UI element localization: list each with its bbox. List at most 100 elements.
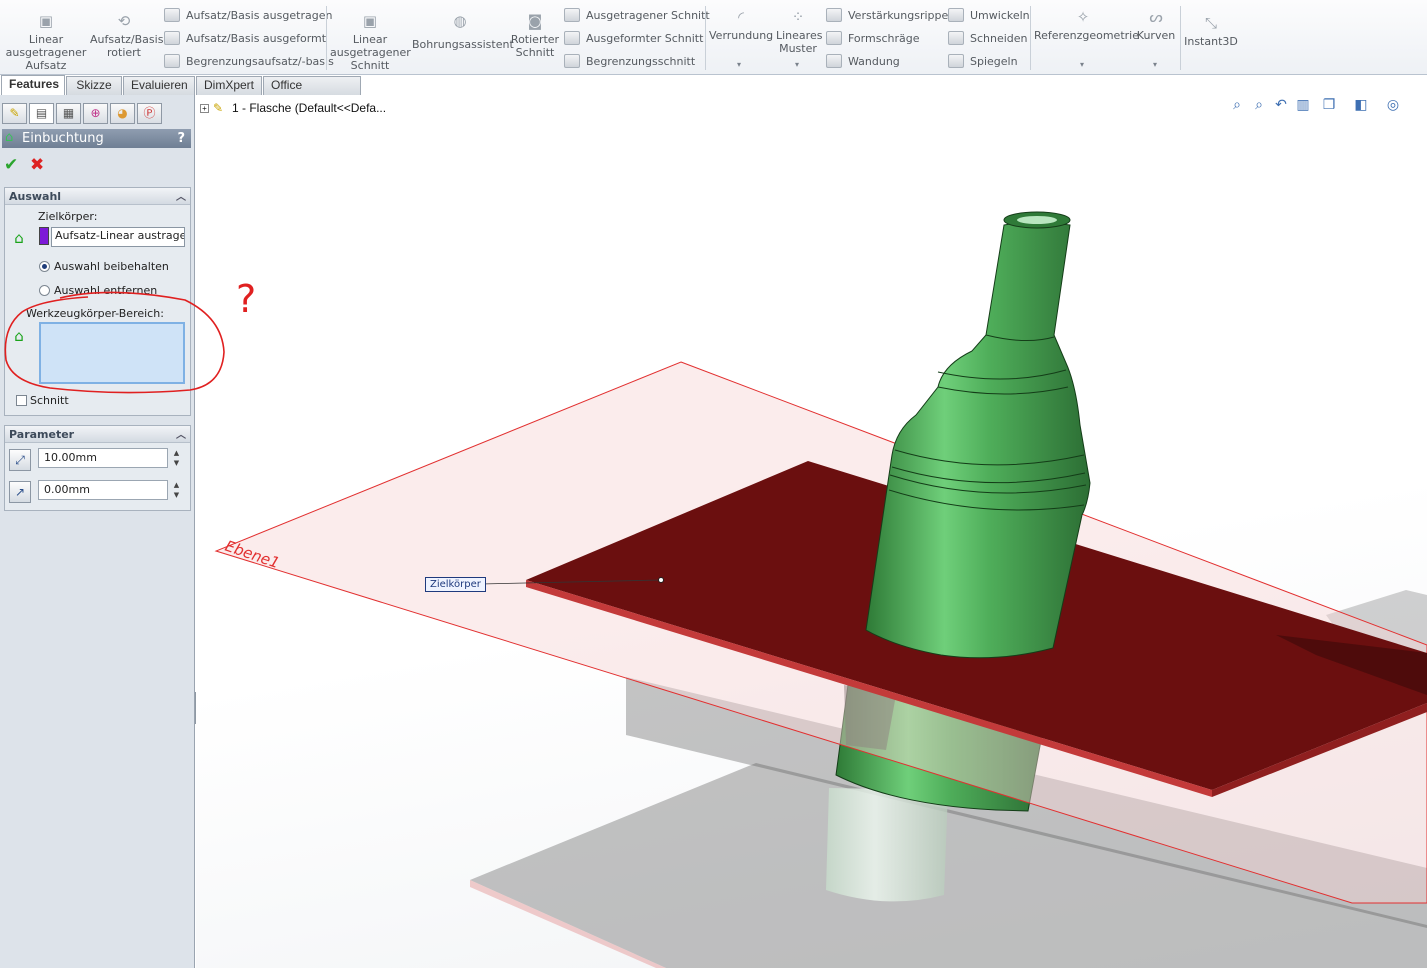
collapse-chevron-icon[interactable]: ︿ xyxy=(176,427,186,444)
display-manager-tab-icon[interactable]: ◕ xyxy=(110,103,135,124)
intersect-button[interactable]: Schneiden xyxy=(948,30,1028,48)
curves-dropdown-icon[interactable]: ▾ xyxy=(1153,60,1157,69)
feature-tree-root[interactable]: + ✎ 1 - Flasche (Default<<Defa... xyxy=(200,101,386,115)
rib-label: Verstärkungsrippe xyxy=(848,9,949,22)
part-icon: ✎ xyxy=(213,101,224,115)
boundary-cut-button[interactable]: Begrenzungsschnitt xyxy=(564,53,695,71)
thickness-stepper[interactable]: ▲ ▼ xyxy=(171,448,182,468)
clearance-field[interactable]: 0.00mm xyxy=(38,480,168,500)
display-style-icon[interactable]: ◧ xyxy=(1351,95,1371,115)
clearance-stepper[interactable]: ▲ ▼ xyxy=(171,480,182,500)
property-manager-panel: ✎ ▤ ▦ ⊕ ◕ Ⓟ ⌂ Einbuchtung ? ✔ ✖ Auswahl … xyxy=(0,95,195,968)
expand-toggle-icon[interactable]: + xyxy=(200,104,209,113)
mirror-button[interactable]: Spiegeln xyxy=(948,53,1018,71)
pattern-dropdown-icon[interactable]: ▾ xyxy=(795,60,799,69)
cut-label[interactable]: Schnitt xyxy=(30,394,69,407)
tool-body-region-listbox[interactable] xyxy=(39,322,185,384)
collapse-chevron-icon[interactable]: ︿ xyxy=(176,189,186,206)
fillet-icon: ◜ xyxy=(738,8,744,26)
tab-evaluate[interactable]: Evaluieren xyxy=(123,76,195,95)
hole-wizard-button[interactable]: ◍ Bohrungsassistent xyxy=(412,12,514,51)
part-name: 1 - Flasche (Default<<Defa... xyxy=(232,101,387,115)
hide-show-items-icon[interactable]: ◎ xyxy=(1383,95,1403,115)
fillet-button[interactable]: ◜ Verrundung xyxy=(709,8,773,42)
revolve-cut-button[interactable]: ◙ Rotierter Schnitt xyxy=(510,12,560,59)
wrap-button[interactable]: Umwickeln xyxy=(948,7,1030,25)
keep-selection-radio[interactable] xyxy=(39,261,50,272)
cut-checkbox[interactable] xyxy=(16,395,27,406)
loft-icon xyxy=(164,31,180,45)
intersect-label: Schneiden xyxy=(970,32,1028,45)
parameter-group-header[interactable]: Parameter ︿ xyxy=(5,426,190,443)
bottle-reflection xyxy=(826,788,948,902)
graphics-viewport[interactable]: Ebene1 + ✎ 1 - Flasche (Default<<Defa... ⌕… xyxy=(196,95,1427,968)
tab-office-products[interactable]: Office Produkte xyxy=(263,76,361,109)
keep-selection-label[interactable]: Auswahl beibehalten xyxy=(54,260,169,273)
swept-cut-button[interactable]: Ausgetragener Schnitt xyxy=(564,7,710,25)
thickness-icon[interactable]: ⤢ xyxy=(9,449,31,471)
thickness-field[interactable]: 10.00mm xyxy=(38,448,168,468)
linear-boss-button[interactable]: ▣ Linear ausgetragener Aufsatz xyxy=(4,12,88,72)
3d-scene: Ebene1 xyxy=(214,211,1427,968)
clearance-icon[interactable]: ↗ xyxy=(9,481,31,503)
property-manager-tab-icon[interactable]: ▤ xyxy=(29,103,54,124)
instant3d-button[interactable]: ⤡ Instant3D xyxy=(1184,14,1238,48)
wrap-label: Umwickeln xyxy=(970,9,1030,22)
target-body-field[interactable]: Aufsatz-Linear austragen1 xyxy=(51,227,185,247)
property-manager-header: ⌂ Einbuchtung ? xyxy=(2,129,191,148)
feature-tree-tab-icon[interactable]: ✎ xyxy=(2,103,27,124)
section-view-icon[interactable]: ▥ xyxy=(1293,95,1313,115)
loft-boss-button[interactable]: Aufsatz/Basis ausgeformt xyxy=(164,30,326,48)
sweep-icon xyxy=(164,8,180,22)
swept-boss-button[interactable]: Aufsatz/Basis ausgetragen xyxy=(164,7,332,25)
remove-selection-label[interactable]: Auswahl entfernen xyxy=(54,284,157,297)
ok-checkmark-icon[interactable]: ✔ xyxy=(4,155,18,175)
revolve-cut-label: Rotierter Schnitt xyxy=(510,33,560,59)
linear-pattern-button[interactable]: ⁘ Lineares Muster xyxy=(776,8,823,55)
reference-geometry-dropdown-icon[interactable]: ▾ xyxy=(1080,60,1084,69)
linear-cut-label: Linear ausgetragener Schnitt xyxy=(330,33,411,72)
zoom-to-area-icon[interactable]: ⌕ xyxy=(1249,95,1269,115)
photoview-tab-icon[interactable]: Ⓟ xyxy=(137,103,162,124)
swept-cut-icon xyxy=(564,8,580,22)
page-title: Einbuchtung xyxy=(22,131,104,146)
linear-boss-label: Linear ausgetragener Aufsatz xyxy=(5,33,87,72)
features-ribbon: ▣ Linear ausgetragener Aufsatz ⟲ Aufsatz… xyxy=(0,0,1427,75)
target-body-callout[interactable]: Zielkörper xyxy=(425,577,486,592)
previous-view-icon[interactable]: ↶ xyxy=(1271,95,1291,115)
loft-cut-button[interactable]: Ausgeformter Schnitt xyxy=(564,30,703,48)
draft-button[interactable]: Formschräge xyxy=(826,30,919,48)
revolve-boss-button[interactable]: ⟲ Aufsatz/Basis rotiert xyxy=(90,12,164,59)
fillet-dropdown-icon[interactable]: ▾ xyxy=(737,60,741,69)
linear-pattern-label: Lineares Muster xyxy=(776,29,823,55)
remove-selection-radio[interactable] xyxy=(39,285,50,296)
configuration-tab-icon[interactable]: ▦ xyxy=(56,103,81,124)
shell-icon xyxy=(826,54,842,68)
tab-sketch[interactable]: Skizze xyxy=(66,76,122,95)
reference-geometry-button[interactable]: ✧ Referenzgeometrie xyxy=(1034,8,1139,42)
tab-dimxpert[interactable]: DimXpert xyxy=(196,76,262,95)
zoom-to-fit-icon[interactable]: ⌕ xyxy=(1227,95,1247,115)
selection-group-header[interactable]: Auswahl ︿ xyxy=(5,188,190,205)
curves-label: Kurven xyxy=(1136,29,1176,42)
dimxpert-tab-icon[interactable]: ⊕ xyxy=(83,103,108,124)
shell-label: Wandung xyxy=(848,55,900,68)
indent-feature-icon: ⌂ xyxy=(5,130,14,145)
callout-anchor-point xyxy=(658,577,664,583)
revolve-icon: ⟲ xyxy=(117,12,131,30)
view-orientation-icon[interactable]: ❐ xyxy=(1319,95,1339,115)
ribbon-separator xyxy=(1180,6,1181,70)
loft-boss-label: Aufsatz/Basis ausgeformt xyxy=(186,32,327,45)
boundary-boss-button[interactable]: Begrenzungsaufsatz/-basis xyxy=(164,53,334,71)
target-body-color-swatch xyxy=(39,227,49,245)
curves-button[interactable]: ᔕ Kurven xyxy=(1134,8,1178,42)
help-button[interactable]: ? xyxy=(177,129,185,148)
revolve-boss-label: Aufsatz/Basis rotiert xyxy=(90,33,164,59)
cancel-x-icon[interactable]: ✖ xyxy=(30,155,44,175)
reference-geometry-icon: ✧ xyxy=(1076,8,1090,26)
linear-cut-button[interactable]: ▣ Linear ausgetragener Schnitt xyxy=(330,12,411,72)
shell-button[interactable]: Wandung xyxy=(826,53,900,71)
tab-features[interactable]: Features xyxy=(1,75,65,95)
bottle-upper-body[interactable] xyxy=(865,222,1091,659)
rib-button[interactable]: Verstärkungsrippe xyxy=(826,7,948,25)
